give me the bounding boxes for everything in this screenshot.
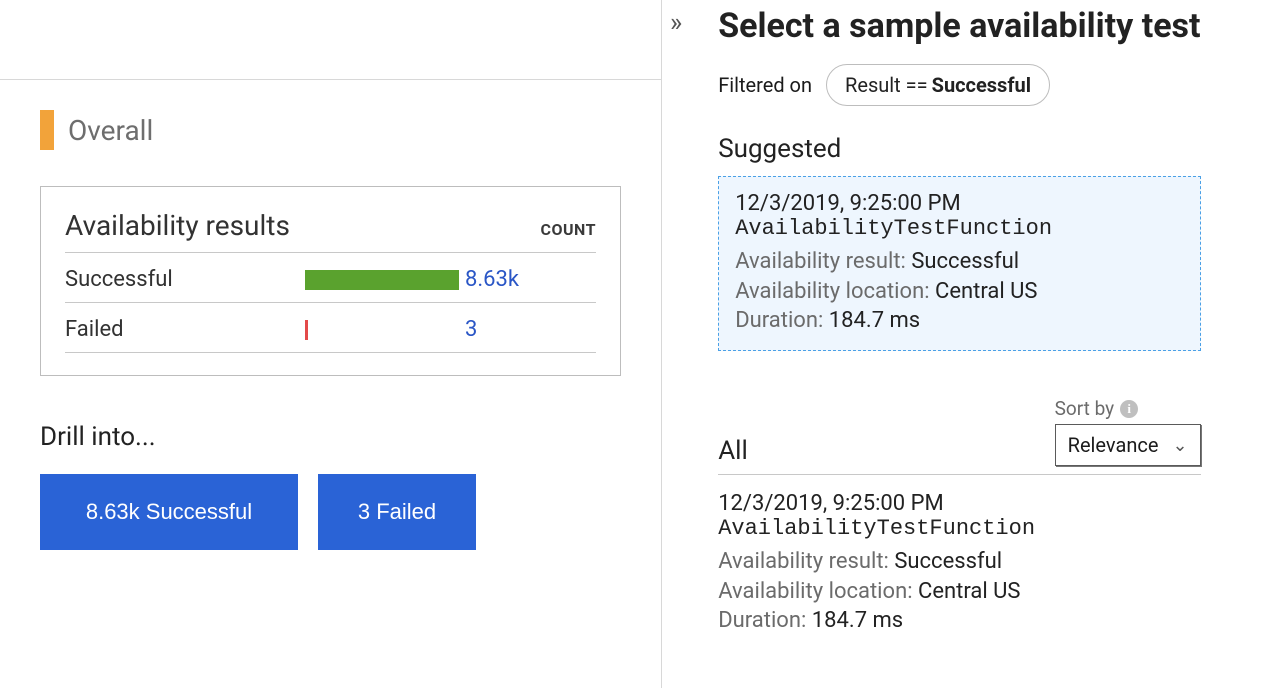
filter-row: Filtered on Result == Successful — [718, 64, 1200, 106]
expand-icon[interactable]: » — [670, 6, 682, 36]
filter-label: Filtered on — [718, 73, 812, 97]
result-row-failed[interactable]: Failed 3 — [65, 303, 596, 353]
overall-label: Overall — [68, 114, 153, 147]
result-row-successful[interactable]: Successful 8.63k — [65, 253, 596, 303]
sample-duration-label: Duration: — [718, 608, 806, 633]
right-inner: Select a sample availability test Filter… — [688, 6, 1248, 652]
panel-title: Availability results — [65, 209, 290, 242]
filter-chip-value: Successful — [932, 73, 1031, 97]
left-body: Overall Availability results COUNT Succe… — [0, 80, 661, 550]
sample-result-label: Availability result: — [718, 549, 889, 574]
overall-accent-bar — [40, 110, 54, 150]
result-count: 3 — [465, 317, 477, 342]
count-column-header: COUNT — [540, 220, 596, 239]
app-root: Overall Availability results COUNT Succe… — [0, 0, 1280, 688]
sample-timestamp: 12/3/2019, 9:25:00 PM — [718, 491, 1200, 516]
right-header-row: » Select a sample availability test Filt… — [670, 0, 1280, 652]
sample-duration-value: 184.7 ms — [829, 308, 920, 333]
drill-buttons: 8.63k Successful 3 Failed — [40, 474, 621, 550]
result-bar-failed — [305, 320, 308, 340]
sample-location-value: Central US — [935, 279, 1037, 304]
sort-label: Sort by — [1055, 397, 1115, 420]
sample-location-line: Availability location: Central US — [735, 277, 1183, 307]
sample-location-label: Availability location: — [718, 579, 912, 604]
sample-result-line: Availability result: Successful — [735, 247, 1183, 277]
all-sample-item[interactable]: 12/3/2019, 9:25:00 PM AvailabilityTestFu… — [718, 475, 1200, 652]
sample-result-value: Successful — [911, 249, 1019, 274]
sample-location-value: Central US — [918, 579, 1020, 604]
result-label: Successful — [65, 267, 305, 292]
filter-chip-prefix: Result == — [845, 73, 928, 97]
drill-into-heading: Drill into... — [40, 422, 621, 452]
overall-heading: Overall — [40, 110, 621, 150]
sample-duration-line: Duration: 184.7 ms — [718, 606, 1200, 636]
chevron-down-icon: ⌄ — [1172, 435, 1187, 456]
sample-location-line: Availability location: Central US — [718, 577, 1200, 607]
drill-failed-button[interactable]: 3 Failed — [318, 474, 476, 550]
info-icon[interactable]: i — [1120, 400, 1138, 418]
sample-result-line: Availability result: Successful — [718, 547, 1200, 577]
drill-successful-button[interactable]: 8.63k Successful — [40, 474, 298, 550]
sort-select[interactable]: Relevance ⌄ — [1055, 424, 1201, 466]
sample-result-value: Successful — [894, 549, 1002, 574]
all-header-row: All Sort by i Relevance ⌄ — [718, 397, 1200, 475]
sample-timestamp: 12/3/2019, 9:25:00 PM — [735, 191, 1183, 216]
left-top-blank — [0, 0, 661, 80]
result-count: 8.63k — [465, 267, 519, 292]
sample-result-label: Availability result: — [735, 249, 906, 274]
availability-panel: Availability results COUNT Successful 8.… — [40, 186, 621, 376]
left-pane: Overall Availability results COUNT Succe… — [0, 0, 662, 688]
page-title: Select a sample availability test — [718, 6, 1200, 46]
suggested-sample-card[interactable]: 12/3/2019, 9:25:00 PM AvailabilityTestFu… — [718, 176, 1200, 351]
sample-duration-label: Duration: — [735, 308, 823, 333]
sort-wrap: Sort by i Relevance ⌄ — [1055, 397, 1201, 466]
sample-duration-value: 184.7 ms — [812, 608, 903, 633]
sort-label-row: Sort by i — [1055, 397, 1139, 420]
sample-function-name: AvailabilityTestFunction — [735, 216, 1183, 241]
sample-location-label: Availability location: — [735, 279, 929, 304]
sample-duration-line: Duration: 184.7 ms — [735, 306, 1183, 336]
result-bar-wrap — [305, 320, 465, 340]
sort-value: Relevance — [1068, 433, 1159, 457]
all-heading: All — [718, 436, 748, 466]
result-bar-wrap — [305, 270, 465, 290]
filter-chip[interactable]: Result == Successful — [826, 64, 1050, 106]
panel-header-row: Availability results COUNT — [65, 209, 596, 253]
suggested-heading: Suggested — [718, 134, 1200, 164]
sample-function-name: AvailabilityTestFunction — [718, 516, 1200, 541]
result-label: Failed — [65, 317, 305, 342]
right-pane: » Select a sample availability test Filt… — [662, 0, 1280, 688]
result-bar-successful — [305, 270, 459, 290]
